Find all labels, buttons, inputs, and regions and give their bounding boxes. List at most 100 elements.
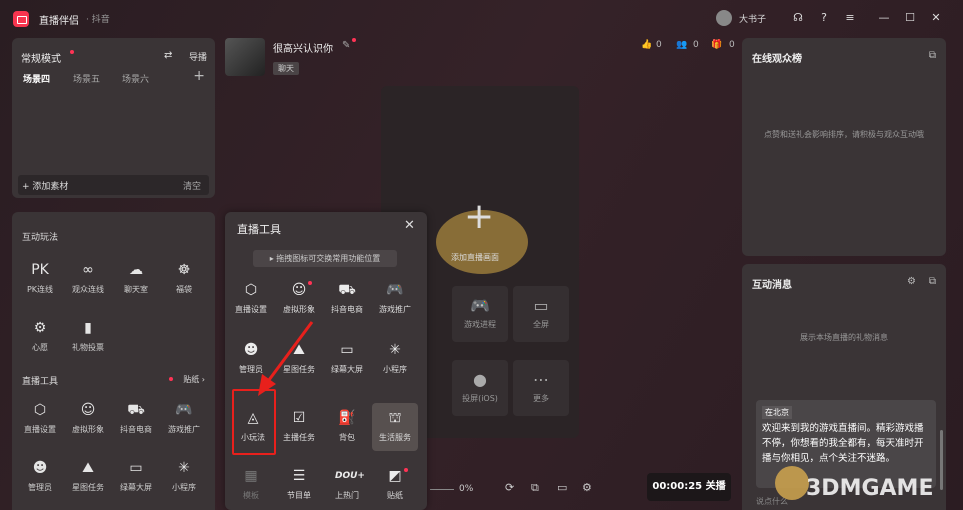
popup-ecommerce[interactable]: ⛟ 抖音电商 (325, 280, 369, 315)
camera-switch-icon[interactable]: ⟳ (505, 481, 514, 494)
app-logo-icon (13, 11, 29, 27)
cart-icon: ⛟ (127, 402, 145, 418)
end-live-button[interactable]: 00:00:25 关播 (647, 473, 731, 501)
popup-green-screen[interactable]: ▭ 绿幕大屏 (325, 340, 369, 375)
audience-empty-text: 点赞和送礼会影响排序，请积极与观众互动哦 (764, 130, 924, 139)
list-icon: ☰ (292, 468, 306, 484)
popout-icon[interactable]: ⧉ (929, 276, 936, 287)
maximize-icon[interactable]: ☐ (902, 10, 918, 26)
user-avatar[interactable] (716, 10, 732, 26)
popup-game-promo[interactable]: 🎮 游戏推广 (373, 280, 417, 315)
admin-tile[interactable]: ☻ 管理员 (18, 458, 62, 493)
popup-live-settings[interactable]: ⬡ 直播设置 (229, 280, 273, 315)
new-dot (308, 281, 312, 285)
gift-vote-tile[interactable]: ▮ 礼物投票 (66, 318, 110, 353)
audience-rank-title: 在线观众榜 (752, 54, 802, 65)
apple-icon: ● (473, 370, 487, 389)
edit-icon[interactable]: ✎ (342, 40, 350, 51)
avatar-tile[interactable]: ☺ 虚拟形象 (66, 400, 110, 435)
settings-icon[interactable]: ⚙ (907, 276, 916, 287)
star-task-tile[interactable]: ⛰ 星图任务 (66, 458, 110, 493)
admin-icon: ☻ (32, 460, 48, 476)
wish-tile[interactable]: ⚙ 心愿 (18, 318, 62, 353)
audience-link-tile[interactable]: ∞ 观众连线 (66, 260, 110, 295)
interact-message-title: 互动消息 (752, 280, 792, 291)
pk-tile[interactable]: PK PK连线 (18, 260, 62, 295)
record-icon[interactable]: ▭ (557, 481, 567, 494)
scrollbar[interactable] (940, 430, 943, 490)
settings-icon[interactable]: ⚙ (582, 481, 592, 494)
link-icon: ∞ (82, 262, 94, 278)
mode-selector[interactable]: 常规模式 (21, 50, 61, 65)
popout-icon[interactable]: ⧉ (929, 50, 936, 61)
streamer-name: 很高兴认识你 (273, 44, 333, 55)
gift-icon: 🎁 (711, 40, 723, 50)
app-title: 直播伴侣 (39, 16, 79, 27)
guide-button[interactable]: 导播 (189, 50, 207, 63)
streamer-avatar[interactable] (225, 38, 265, 76)
clear-button[interactable]: 清空 (183, 179, 201, 192)
category-tag[interactable]: 聊天 (273, 62, 299, 75)
add-scene-label[interactable]: 添加直播画面 (451, 252, 499, 263)
watermark: 3DMGAME (806, 476, 934, 501)
platform-label: · 抖音 (86, 15, 110, 25)
more-tile[interactable]: ⋯ 更多 (513, 360, 569, 416)
scene-tab-5[interactable]: 场景五 (73, 72, 100, 85)
help-icon[interactable]: ? (816, 10, 832, 26)
sticker-link[interactable]: 贴纸 › (183, 374, 205, 385)
add-scene-plus-icon[interactable]: + (464, 196, 494, 237)
vote-icon: ▮ (84, 320, 92, 336)
popup-template[interactable]: ▦ 模板 (229, 466, 273, 501)
green-screen-tile[interactable]: ▭ 绿幕大屏 (114, 458, 158, 493)
tools-panel: 互动玩法 PK PK连线 ∞ 观众连线 ☁ 聊天室 ☸ 福袋 ⚙ 心愿 ▮ 礼物… (12, 212, 215, 510)
lucky-bag-tile[interactable]: ☸ 福袋 (162, 260, 206, 295)
edit-dot (352, 38, 356, 42)
drag-hint: ▸ 拖拽图标可交换常用功能位置 (253, 250, 397, 267)
fullscreen-tile[interactable]: ▭ 全屏 (513, 286, 569, 342)
volume-slider[interactable] (430, 489, 454, 490)
layout-icon[interactable]: ⧉ (531, 481, 539, 495)
game-process-tile[interactable]: 🎮 游戏进程 (452, 286, 508, 342)
headset-icon[interactable]: ☊ (790, 10, 806, 26)
sticker-dot (169, 377, 173, 381)
dou-plus-icon: DOU+ (335, 471, 365, 481)
popup-title: 直播工具 (237, 223, 281, 236)
mini-program-icon: ✳ (178, 460, 190, 476)
popup-program-list[interactable]: ☰ 节目单 (277, 466, 321, 501)
scene-tab-4[interactable]: 场景四 (23, 72, 50, 85)
chatroom-tile[interactable]: ☁ 聊天室 (114, 260, 158, 295)
close-icon[interactable]: ✕ (404, 218, 415, 233)
gamepad-icon: 🎮 (386, 282, 404, 298)
gamepad-icon: 🎮 (175, 402, 193, 418)
menu-icon[interactable]: ≡ (842, 10, 858, 26)
minimize-icon[interactable]: — (876, 10, 892, 26)
ios-cast-tile[interactable]: ● 投屏(iOS) (452, 360, 508, 416)
task-icon: ☑ (292, 410, 306, 426)
popup-host-task[interactable]: ☑ 主播任务 (277, 408, 321, 443)
settings-hex-icon: ⬡ (33, 402, 47, 418)
mini-program-tile[interactable]: ✳ 小程序 (162, 458, 206, 493)
popup-life-service[interactable]: ⛫ 生活服务 (373, 408, 417, 443)
likes-count: 0 (656, 40, 662, 50)
popup-dou-plus[interactable]: DOU+ 上热门 (325, 466, 369, 501)
mini-program-icon: ✳ (389, 342, 401, 358)
add-scene-icon[interactable]: + (193, 68, 205, 84)
location-badge: 在北京 (762, 406, 792, 419)
popup-sticker[interactable]: ◩ 贴纸 (373, 466, 417, 501)
game-promo-tile[interactable]: 🎮 游戏推广 (162, 400, 206, 435)
watermark-logo-icon (775, 466, 809, 500)
popup-avatar[interactable]: ☺ 虚拟形象 (277, 280, 321, 315)
popup-backpack[interactable]: ⛽ 背包 (325, 408, 369, 443)
live-settings-tile[interactable]: ⬡ 直播设置 (18, 400, 62, 435)
add-material-button[interactable]: + 添加素材 (22, 179, 68, 192)
monitor-icon: ▭ (129, 460, 143, 476)
user-name[interactable]: 大书子 (739, 12, 766, 25)
sticker-new-dot (404, 468, 408, 472)
popup-mini-program[interactable]: ✳ 小程序 (373, 340, 417, 375)
title-bar: 直播伴侣 · 抖音 大书子 ☊ ? ≡ — ☐ ✕ (0, 0, 963, 36)
guide-icon[interactable]: ⇄ (164, 50, 172, 61)
highlight-box (232, 389, 276, 455)
scene-tab-6[interactable]: 场景六 (122, 72, 149, 85)
ecommerce-tile[interactable]: ⛟ 抖音电商 (114, 400, 158, 435)
close-icon[interactable]: ✕ (928, 10, 944, 26)
